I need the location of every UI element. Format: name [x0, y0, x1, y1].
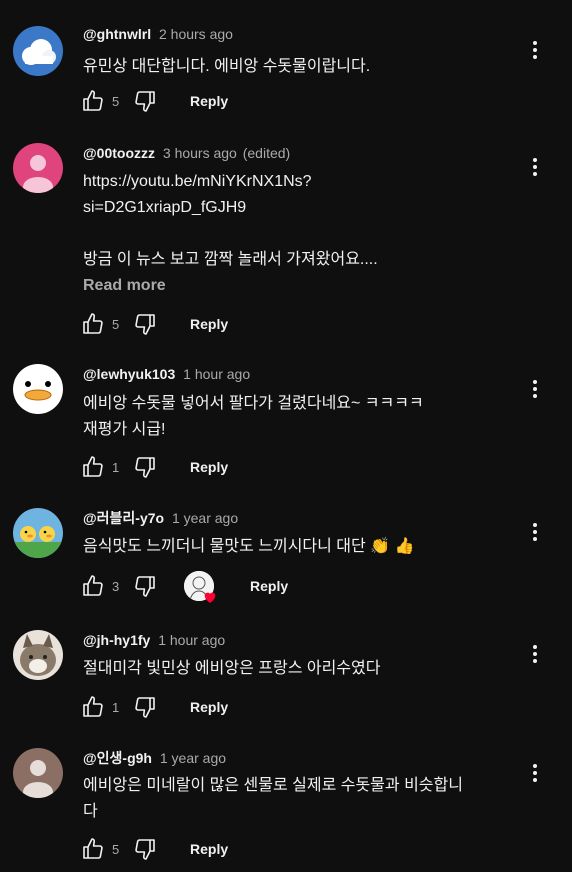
comment-text: 음식맛도 느끼더니 물맛도 느끼시다니 대단 👏 👍 — [83, 534, 523, 560]
thumb-down-icon — [135, 839, 155, 860]
reply-button[interactable]: Reply — [190, 93, 228, 109]
like-count: 5 — [112, 316, 120, 332]
comment-header: @jh-hy1fy 1 hour ago — [83, 630, 225, 650]
heart-icon — [204, 592, 216, 603]
like-count: 5 — [112, 93, 120, 109]
comment-actions: 1 Reply — [80, 453, 228, 481]
comment-text-line: 에비앙 수돗물 넣어서 팔다가 걸렸다네요~ ㅋㅋㅋㅋ — [83, 395, 424, 412]
author-name[interactable]: @00toozzz — [83, 145, 155, 161]
thumb-up-icon — [83, 696, 103, 717]
comment-actions: 5 Reply — [80, 310, 228, 338]
reply-button[interactable]: Reply — [190, 841, 228, 857]
comment-text: 에비앙은 미네랄이 많은 센물로 실제로 수돗물과 비슷합니 다 — [83, 773, 523, 825]
avatar[interactable] — [13, 508, 63, 558]
comment-header: @러블리-y7o 1 year ago — [83, 508, 238, 528]
timestamp[interactable]: 1 hour ago — [183, 366, 250, 382]
thumb-up-icon — [83, 90, 103, 111]
comment-text-line: 다 — [83, 803, 98, 820]
like-count: 1 — [112, 459, 120, 475]
timestamp[interactable]: 1 year ago — [160, 750, 226, 766]
like-count: 1 — [112, 699, 120, 715]
avatar[interactable] — [13, 26, 63, 76]
comment-text-line: 방금 이 뉴스 보고 깜짝 놀래서 가져왔어요.... — [83, 251, 378, 268]
comment-header: @lewhyuk103 1 hour ago — [83, 364, 250, 384]
comment-actions: 5 Reply — [80, 87, 228, 115]
reply-button[interactable]: Reply — [190, 459, 228, 475]
like-button[interactable] — [80, 694, 106, 720]
comment-link[interactable]: si=D2G1xriapD_fGJH9 — [83, 195, 523, 221]
like-count: 5 — [112, 841, 120, 857]
author-name[interactable]: @인생-g9h — [83, 750, 152, 766]
comment-text-line — [83, 221, 523, 247]
dislike-button[interactable] — [132, 311, 158, 337]
author-name[interactable]: @jh-hy1fy — [83, 632, 150, 648]
comment-link[interactable]: https://youtu.be/mNiYKrNX1Ns? — [83, 169, 523, 195]
comment-actions: 5 Reply — [80, 835, 228, 863]
thumb-down-icon — [135, 697, 155, 718]
comment-actions: 3 Reply — [80, 571, 288, 603]
more-options-button[interactable] — [525, 377, 545, 401]
author-name[interactable]: @러블리-y7o — [83, 510, 164, 526]
comment-text: 에비앙 수돗물 넣어서 팔다가 걸렸다네요~ ㅋㅋㅋㅋ 재평가 시급! — [83, 391, 523, 443]
avatar[interactable] — [13, 143, 63, 193]
sky-cloud-avatar-icon — [13, 26, 63, 76]
more-options-button[interactable] — [525, 520, 545, 544]
like-count: 3 — [112, 578, 120, 594]
thumb-up-icon — [83, 575, 103, 596]
more-options-button[interactable] — [525, 38, 545, 62]
thumb-down-icon — [135, 457, 155, 478]
thumb-down-icon — [135, 314, 155, 335]
reply-button[interactable]: Reply — [190, 316, 228, 332]
pink-person-avatar-icon — [13, 143, 63, 193]
author-name[interactable]: @lewhyuk103 — [83, 366, 175, 382]
timestamp[interactable]: 1 year ago — [172, 510, 238, 526]
read-more-button[interactable]: Read more — [83, 277, 166, 295]
duck-avatar-icon — [13, 364, 63, 414]
comment-text-line: 에비앙은 미네랄이 많은 센물로 실제로 수돗물과 비슷합니 — [83, 777, 463, 794]
like-button[interactable] — [80, 311, 106, 337]
default-person-avatar-icon — [13, 748, 63, 798]
dislike-button[interactable] — [132, 694, 158, 720]
thumb-down-icon — [135, 91, 155, 112]
reply-button[interactable]: Reply — [190, 699, 228, 715]
more-options-button[interactable] — [525, 761, 545, 785]
edited-label: (edited) — [242, 145, 291, 161]
thumb-up-icon — [83, 313, 103, 334]
more-options-button[interactable] — [525, 155, 545, 179]
like-button[interactable] — [80, 573, 106, 599]
ducklings-avatar-icon — [13, 508, 63, 558]
comment-text: 절대미각 빛민상 에비앙은 프랑스 아리수였다 — [83, 656, 523, 682]
thumb-down-icon — [135, 576, 155, 597]
like-button[interactable] — [80, 836, 106, 862]
comment-text-line: 절대미각 빛민상 에비앙은 프랑스 아리수였다 — [83, 660, 381, 677]
avatar[interactable] — [13, 748, 63, 798]
comment-header: @ghtnwlrl 2 hours ago — [83, 24, 233, 44]
dislike-button[interactable] — [132, 454, 158, 480]
comment-text-line: 음식맛도 느끼더니 물맛도 느끼시다니 대단 👏 👍 — [83, 538, 415, 555]
comment-text: https://youtu.be/mNiYKrNX1Ns? si=D2G1xri… — [83, 169, 523, 273]
timestamp[interactable]: 2 hours ago — [159, 26, 233, 42]
avatar[interactable] — [13, 364, 63, 414]
comment-text-line: 재평가 시급! — [83, 421, 166, 438]
creator-heart-badge — [184, 571, 216, 603]
cat-avatar-icon — [13, 630, 63, 680]
author-name[interactable]: @ghtnwlrl — [83, 26, 151, 42]
more-options-button[interactable] — [525, 642, 545, 666]
thumb-up-icon — [83, 838, 103, 859]
dislike-button[interactable] — [132, 573, 158, 599]
comment-header: @인생-g9h 1 year ago — [83, 748, 226, 768]
dislike-button[interactable] — [132, 88, 158, 114]
timestamp[interactable]: 1 hour ago — [158, 632, 225, 648]
dislike-button[interactable] — [132, 836, 158, 862]
timestamp[interactable]: 3 hours ago — [163, 145, 237, 161]
reply-button[interactable]: Reply — [250, 578, 288, 594]
comment-header: @00toozzz 3 hours ago (edited) — [83, 143, 290, 163]
like-button[interactable] — [80, 454, 106, 480]
comment-text-line: 유민상 대단합니다. 에비앙 수돗물이랍니다. — [83, 58, 371, 75]
like-button[interactable] — [80, 88, 106, 114]
comment-text: 유민상 대단합니다. 에비앙 수돗물이랍니다. — [83, 54, 523, 80]
avatar[interactable] — [13, 630, 63, 680]
thumb-up-icon — [83, 456, 103, 477]
comment-actions: 1 Reply — [80, 693, 228, 721]
